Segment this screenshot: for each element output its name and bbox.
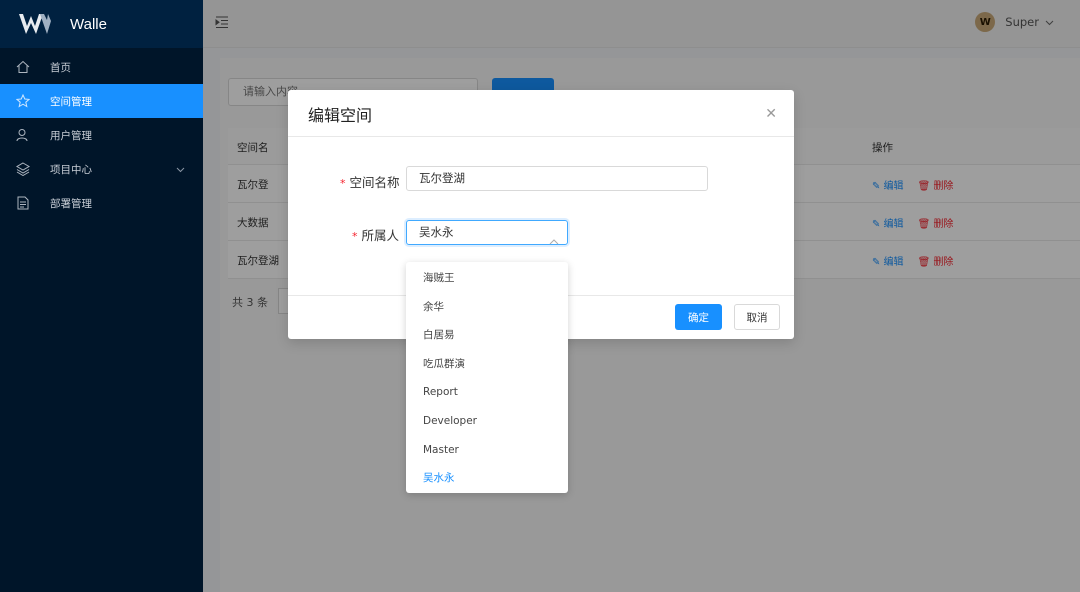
- name-field-label: * 空间名称: [340, 172, 400, 191]
- sidebar-item-projects[interactable]: 项目中心: [0, 152, 203, 186]
- sidebar-item-label: 空间管理: [50, 95, 92, 108]
- dropdown-option-selected[interactable]: 吴水永: [406, 464, 568, 493]
- dropdown-option[interactable]: Developer: [406, 407, 568, 436]
- dropdown-option[interactable]: 吃瓜群演: [406, 350, 568, 379]
- required-marker: *: [340, 177, 346, 190]
- owner-select[interactable]: 吴水永: [406, 220, 568, 245]
- dropdown-option[interactable]: 余华: [406, 293, 568, 322]
- sidebar-item-label: 首页: [50, 61, 71, 74]
- sidebar-item-deploy[interactable]: 部署管理: [0, 186, 203, 220]
- star-icon: [16, 94, 30, 108]
- app-name: Walle: [70, 15, 107, 33]
- cancel-button[interactable]: 取消: [734, 304, 780, 330]
- sidebar-item-users[interactable]: 用户管理: [0, 118, 203, 152]
- home-icon: [16, 60, 30, 74]
- chevron-up-icon: [549, 230, 559, 253]
- chevron-down-icon: [176, 164, 185, 176]
- sidebar-item-label: 项目中心: [50, 163, 92, 176]
- label-text: 所属人: [361, 228, 400, 243]
- dropdown-option[interactable]: Report: [406, 378, 568, 407]
- owner-dropdown: 海贼王 余华 白居易 吃瓜群演 Report Developer Master …: [406, 262, 568, 493]
- brand: Walle: [0, 0, 203, 48]
- divider: [288, 136, 794, 137]
- user-icon: [16, 128, 30, 142]
- sidebar-menu: 首页 空间管理 用户管理 项目中心 部署管理: [0, 50, 203, 220]
- confirm-button[interactable]: 确定: [675, 304, 722, 330]
- dropdown-option[interactable]: Master: [406, 436, 568, 465]
- sidebar-item-label: 用户管理: [50, 129, 92, 142]
- owner-field-label: * 所属人: [352, 225, 399, 244]
- required-marker: *: [352, 230, 358, 243]
- dropdown-option[interactable]: 海贼王: [406, 264, 568, 293]
- dropdown-option[interactable]: 白居易: [406, 321, 568, 350]
- sidebar-item-home[interactable]: 首页: [0, 50, 203, 84]
- owner-selected-value: 吴水永: [419, 225, 454, 239]
- layers-icon: [16, 162, 30, 176]
- modal-title: 编辑空间: [308, 106, 373, 125]
- space-name-input[interactable]: 瓦尔登湖: [406, 166, 708, 191]
- sidebar: Walle 首页 空间管理 用户管理 项目中心 部署管理: [0, 0, 203, 592]
- close-icon[interactable]: ✕: [765, 106, 777, 122]
- sidebar-item-label: 部署管理: [50, 197, 92, 210]
- sidebar-item-space[interactable]: 空间管理: [0, 84, 203, 118]
- walle-logo-icon: [19, 14, 51, 34]
- document-icon: [16, 196, 30, 210]
- label-text: 空间名称: [349, 175, 400, 190]
